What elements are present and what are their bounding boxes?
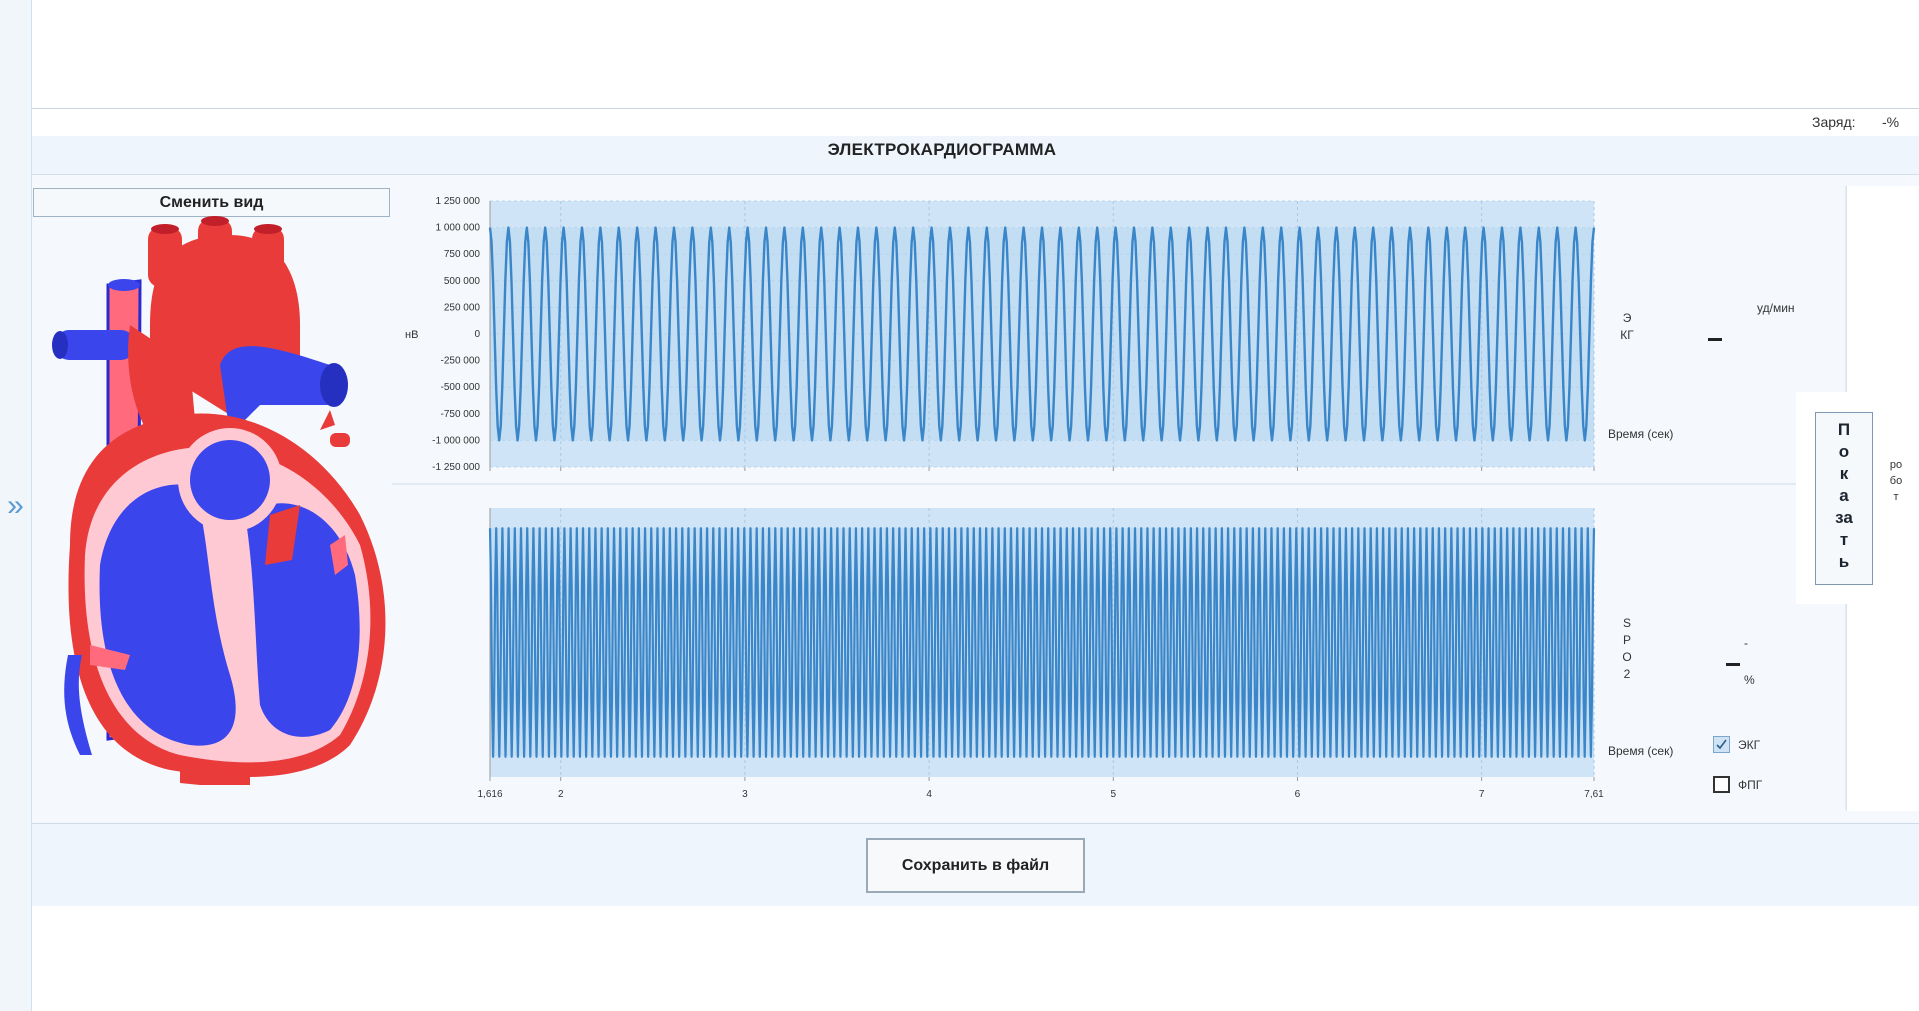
- ecg-chart: 1 250 000 1 000 000 750 000 500 000 250 000 0…: [405, 196, 1673, 473]
- ppg-checkbox-label: ФПГ: [1738, 778, 1763, 792]
- x-tick-label: 5: [1110, 789, 1116, 800]
- y-tick-label: -750 000: [441, 409, 481, 420]
- x-tick-label: 7: [1479, 789, 1485, 800]
- spo2-chart: 1,616 2 3 4 5 6 7 7,61 Время (сек): [477, 508, 1673, 800]
- y-tick-label: 0: [474, 329, 480, 340]
- ppg-checkbox[interactable]: [1713, 776, 1730, 793]
- x-axis-label: Время (сек): [1608, 744, 1673, 758]
- y-tick-label: -1 250 000: [432, 462, 480, 473]
- x-tick-label: 7,61: [1584, 789, 1604, 800]
- ecg-checkbox-label: ЭКГ: [1738, 738, 1761, 752]
- show-button-label: Показать: [1835, 420, 1853, 571]
- y-tick-label: -250 000: [441, 356, 481, 367]
- ecg-rate-value: [1708, 338, 1722, 341]
- y-tick-label: -1 000 000: [432, 435, 480, 446]
- x-tick-label: 6: [1295, 789, 1301, 800]
- spo2-value-main: [1726, 663, 1740, 666]
- spo2-unit: %: [1744, 673, 1755, 687]
- y-tick-label: 750 000: [444, 249, 481, 260]
- ecg-vertical-label: ЭКГ: [1620, 311, 1634, 342]
- save-to-file-button[interactable]: Сохранить в файл: [866, 838, 1085, 893]
- y-tick-label: 250 000: [444, 302, 481, 313]
- ecg-checkbox[interactable]: [1713, 736, 1730, 753]
- x-axis-label: Время (сек): [1608, 427, 1673, 441]
- checkmark-icon: [1716, 739, 1727, 750]
- y-axis-label: нВ: [405, 329, 418, 341]
- x-tick-label: 2: [558, 789, 564, 800]
- show-button[interactable]: Показать: [1815, 412, 1873, 585]
- spo2-vertical-label: SPO2: [1622, 616, 1632, 681]
- y-tick-label: 1 000 000: [436, 223, 481, 234]
- y-tick-label: -500 000: [441, 382, 481, 393]
- robot-vertical-label: робот: [1889, 459, 1903, 503]
- y-tick-label: 1 250 000: [436, 196, 481, 207]
- x-tick-label: 3: [742, 789, 748, 800]
- ecg-rate-unit: уд/мин: [1757, 301, 1795, 315]
- spo2-value-top: -: [1744, 636, 1748, 650]
- x-tick-label: 1,616: [477, 789, 502, 800]
- y-tick-label: 500 000: [444, 276, 481, 287]
- x-tick-label: 4: [926, 789, 932, 800]
